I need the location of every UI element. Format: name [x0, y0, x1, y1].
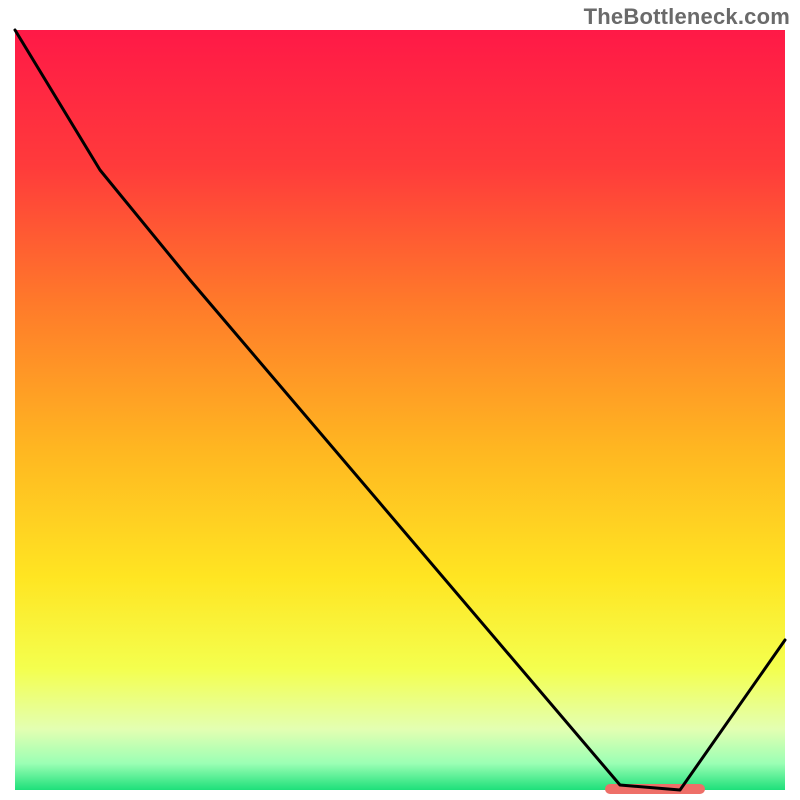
- attribution-text: TheBottleneck.com: [584, 4, 790, 30]
- plot-background: [15, 30, 785, 790]
- bottleneck-chart: [0, 0, 800, 800]
- chart-svg: [0, 0, 800, 800]
